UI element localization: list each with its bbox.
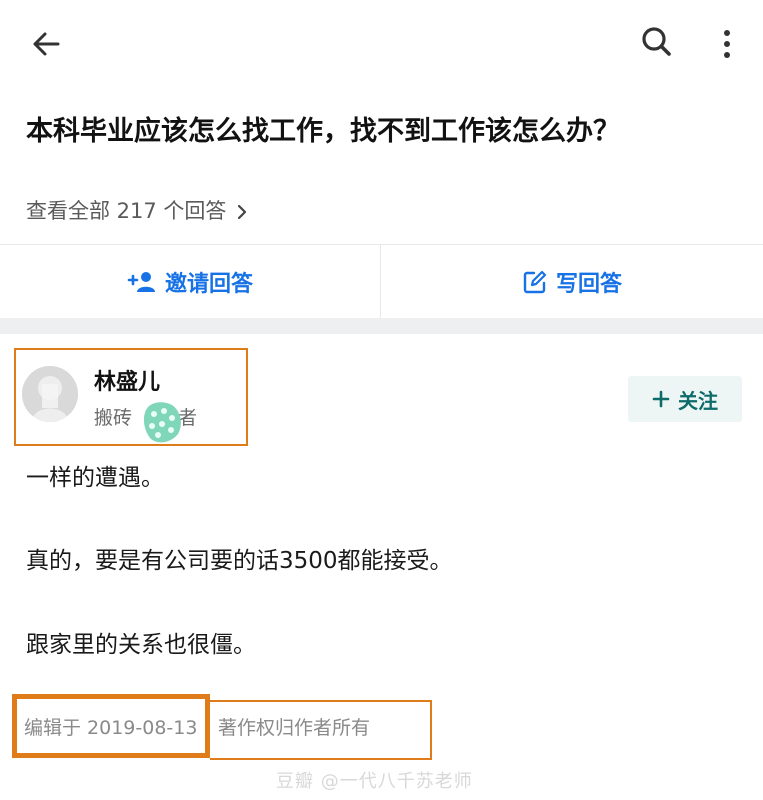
chevron-right-icon bbox=[238, 204, 247, 220]
avatar[interactable] bbox=[22, 366, 78, 422]
avatar-image bbox=[22, 366, 78, 422]
answer-paragraph: 真的，要是有公司要的话3500都能接受。 bbox=[26, 548, 453, 574]
view-all-answers-link[interactable]: 查看全部 217 个回答 bbox=[26, 196, 248, 226]
invite-answer-button[interactable]: 邀请回答 bbox=[0, 245, 380, 319]
arrow-left-icon bbox=[33, 32, 60, 56]
author-name[interactable]: 林盛儿 bbox=[94, 368, 160, 398]
more-vertical-icon bbox=[724, 30, 730, 58]
search-icon bbox=[642, 27, 671, 56]
more-button[interactable] bbox=[712, 24, 742, 64]
answer-paragraph: 一样的遭遇。 bbox=[26, 465, 164, 491]
invite-answer-label: 邀请回答 bbox=[164, 272, 253, 297]
add-user-icon bbox=[127, 272, 155, 292]
obscured-text-sticker bbox=[140, 400, 182, 444]
view-all-label: 查看全部 217 个回答 bbox=[26, 199, 227, 223]
author-bio-prefix: 搬砖 bbox=[94, 407, 133, 429]
answer-paragraph: 跟家里的关系也很僵。 bbox=[26, 632, 256, 658]
search-button[interactable] bbox=[637, 22, 677, 62]
back-button[interactable] bbox=[28, 24, 68, 64]
copyright-notice: 著作权归作者所有 bbox=[218, 717, 371, 739]
section-separator bbox=[0, 318, 763, 334]
answer-action-bar: 邀请回答 写回答 bbox=[0, 244, 763, 319]
edit-icon bbox=[523, 270, 547, 294]
question-title: 本科毕业应该怎么找工作，找不到工作该怎么办？ bbox=[26, 116, 620, 147]
write-answer-button[interactable]: 写回答 bbox=[381, 245, 763, 319]
answer-page: 本科毕业应该怎么找工作，找不到工作该怎么办？ 查看全部 217 个回答 邀请回答… bbox=[0, 0, 763, 800]
edit-date: 编辑于 2019-08-13 bbox=[24, 717, 198, 739]
write-answer-label: 写回答 bbox=[555, 272, 622, 297]
follow-button[interactable]: 关注 bbox=[628, 376, 742, 422]
watermark: 豆瓣 @一代八千苏老师 bbox=[276, 771, 473, 792]
follow-label: 关注 bbox=[678, 388, 718, 413]
plus-icon bbox=[652, 390, 670, 408]
top-bar bbox=[0, 0, 763, 86]
